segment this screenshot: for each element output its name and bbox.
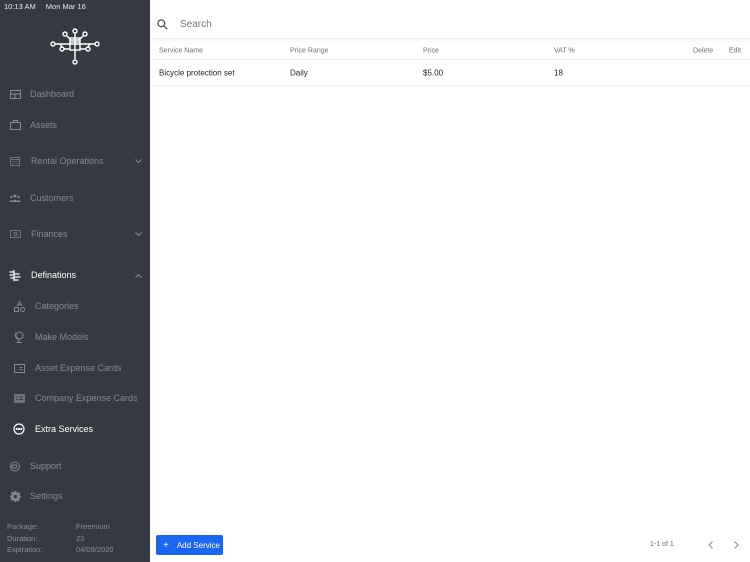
sidebar-item-label: Settings <box>30 491 63 501</box>
chevron-down-icon[interactable] <box>134 230 142 238</box>
sidebar-item-settings[interactable]: Settings <box>0 486 150 506</box>
column-header-vat[interactable]: VAT % <box>554 47 575 54</box>
table-row[interactable]: Bicycle protection set Daily $5.00 18 <box>150 60 750 86</box>
sidebar-item-customers[interactable]: Customers <box>0 188 150 208</box>
sidebar-item-label: Make Models <box>35 332 89 342</box>
cell-price-range: Daily <box>290 68 308 77</box>
sidebar-item-label: Customers <box>30 193 74 203</box>
sidebar-item-assets[interactable]: Assets <box>0 115 150 135</box>
sidebar-item-make-models[interactable]: Make Models <box>0 327 150 347</box>
calendar-icon <box>9 155 21 167</box>
expiration-value: 04/09/2020 <box>76 545 114 554</box>
duration-label: Duration: <box>7 533 38 543</box>
sidebar-item-definations[interactable]: Definations <box>0 265 150 285</box>
status-bar: 10:13 AM Mon Mar 16 <box>4 2 86 11</box>
column-header-service-name[interactable]: Service Name <box>159 47 203 54</box>
sidebar-item-company-expense-cards[interactable]: Company Expense Cards <box>0 388 150 408</box>
sidebar-item-asset-expense-cards[interactable]: Asset Expense Cards <box>0 358 150 378</box>
more-circle-icon <box>13 423 25 435</box>
sidebar-item-extra-services[interactable]: Extra Services <box>0 419 150 439</box>
sidebar-item-label: Support <box>30 461 62 471</box>
card-icon <box>13 362 25 374</box>
plus-icon: + <box>163 539 169 551</box>
app-logo <box>50 28 100 65</box>
sidebar-item-label: Asset Expense Cards <box>35 363 122 373</box>
dashboard-icon <box>9 88 21 100</box>
column-header-price-range[interactable]: Price Range <box>290 47 329 54</box>
chevron-left-icon[interactable] <box>704 538 716 552</box>
people-icon <box>9 192 21 204</box>
status-time: 10:13 AM <box>4 2 36 11</box>
globe-stand-icon <box>13 331 25 343</box>
package-info: Package: Freemium Duration: 23 Expiration:… <box>7 521 114 556</box>
chevron-up-icon[interactable] <box>134 271 142 279</box>
support-icon <box>9 460 21 472</box>
add-service-label: Add Service <box>176 540 220 550</box>
cell-service-name: Bicycle protection set <box>159 68 235 77</box>
pagination-text: 1-1 of 1 <box>650 541 674 548</box>
sidebar-item-rental-operations[interactable]: Rental Operations <box>0 151 150 171</box>
gear-icon <box>9 490 21 502</box>
add-service-button[interactable]: + Add Service <box>156 535 223 555</box>
sidebar: 10:13 AM Mon Mar 16 Dashboard Assets Ren… <box>0 0 150 562</box>
duration-value: 23 <box>76 533 85 543</box>
status-date: Mon Mar 16 <box>45 2 86 11</box>
search-bar <box>150 10 750 39</box>
cell-price: $5.00 <box>423 68 444 77</box>
sidebar-item-label: Finances <box>31 229 68 239</box>
chevron-right-icon[interactable] <box>730 538 742 552</box>
package-value: Freemium <box>76 522 110 531</box>
chevron-down-icon[interactable] <box>134 157 142 165</box>
column-header-price[interactable]: Price <box>423 47 439 54</box>
shapes-icon <box>13 300 25 312</box>
sidebar-item-label: Extra Services <box>35 424 94 434</box>
sidebar-item-categories[interactable]: Categories <box>0 296 150 316</box>
money-icon <box>9 228 21 240</box>
definitions-icon <box>9 269 21 281</box>
package-label: Package: <box>7 522 39 531</box>
search-input[interactable] <box>180 16 580 32</box>
main-content: Service Name Price Range Price VAT % Del… <box>150 0 750 562</box>
expiration-label: Expiration: <box>7 545 43 554</box>
cell-vat: 18 <box>554 68 563 77</box>
sidebar-item-label: Dashboard <box>30 89 75 99</box>
sidebar-item-dashboard[interactable]: Dashboard <box>0 84 150 104</box>
card-list-icon <box>13 392 25 404</box>
column-header-edit: Edit <box>729 47 742 54</box>
sidebar-item-finances[interactable]: Finances <box>0 224 150 244</box>
sidebar-item-label: Company Expense Cards <box>35 393 138 403</box>
search-icon[interactable] <box>157 17 169 30</box>
sidebar-item-support[interactable]: Support <box>0 456 150 476</box>
column-header-delete: Delete <box>693 47 714 54</box>
briefcase-icon <box>9 119 21 131</box>
sidebar-item-label: Definations <box>31 270 77 280</box>
table-header: Service Name Price Range Price VAT % Del… <box>150 42 750 60</box>
sidebar-item-label: Categories <box>35 301 79 311</box>
sidebar-item-label: Assets <box>30 120 58 130</box>
sidebar-item-label: Rental Operations <box>31 156 104 166</box>
